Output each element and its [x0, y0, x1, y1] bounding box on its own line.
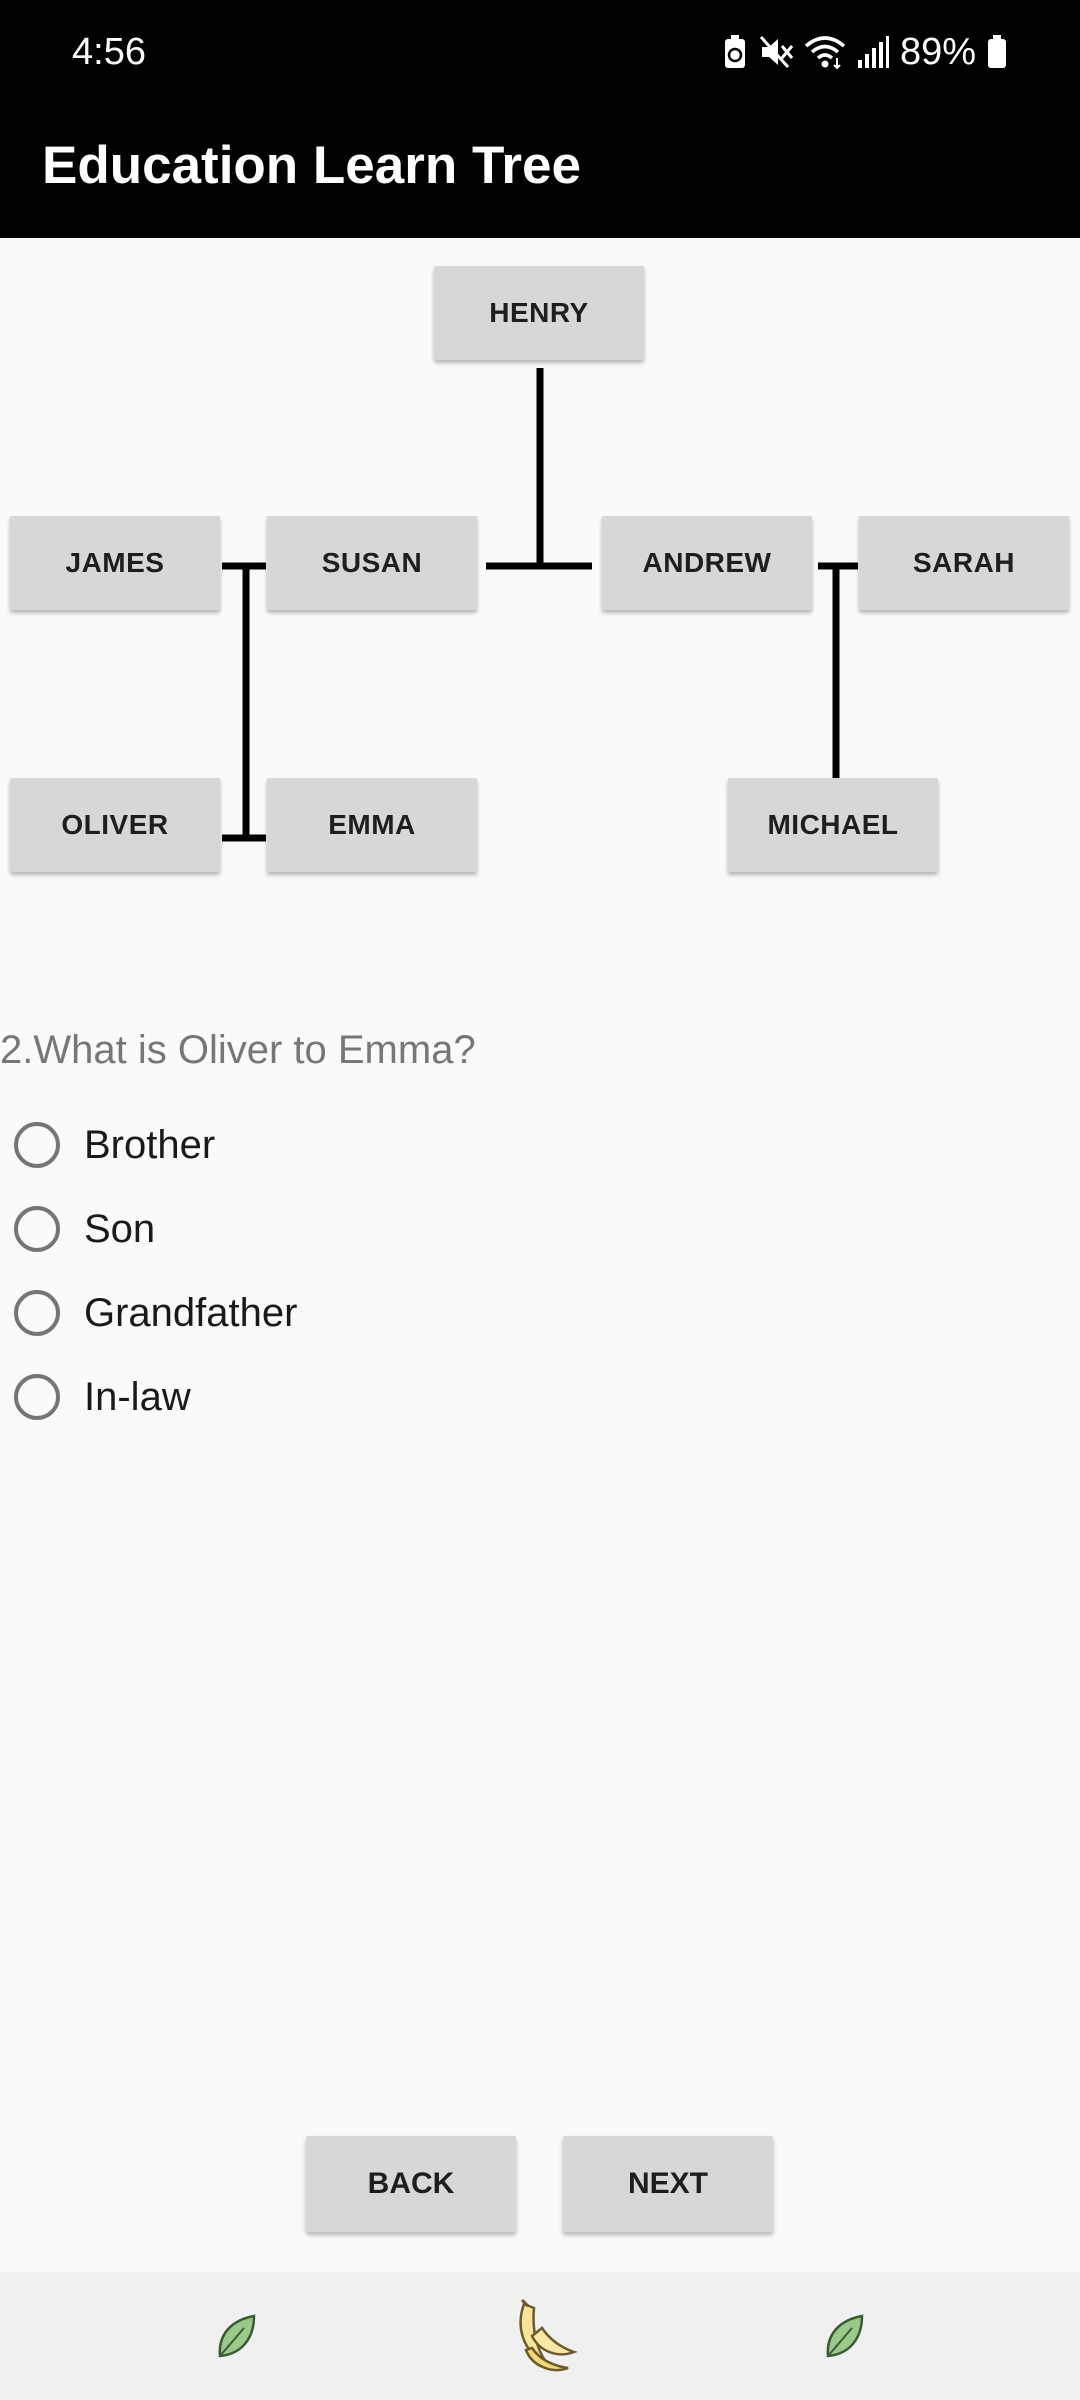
mute-icon — [758, 34, 794, 70]
node-sarah: SARAH — [859, 516, 1069, 610]
node-oliver: OLIVER — [10, 778, 220, 872]
radio-button[interactable] — [14, 1206, 60, 1252]
tree-connectors — [222, 368, 858, 842]
option-label: Grandfather — [84, 1290, 298, 1335]
battery-icon — [986, 34, 1008, 70]
signal-icon — [856, 34, 890, 70]
radio-button[interactable] — [14, 1290, 60, 1336]
wifi-icon — [804, 34, 846, 70]
back-button[interactable]: BACK — [306, 2136, 516, 2232]
screen: 4:56 89% Education Learn Tree HENRY JAME… — [0, 0, 1080, 2400]
leaf-icon — [826, 2314, 864, 2358]
battery-percent: 89% — [899, 31, 976, 73]
option-grandfather[interactable]: Grandfather — [14, 1283, 297, 1343]
battery-saver-icon — [722, 34, 748, 70]
radio-button[interactable] — [14, 1122, 60, 1168]
app-title: Education Learn Tree — [42, 136, 581, 195]
node-andrew: ANDREW — [602, 516, 812, 610]
option-son[interactable]: Son — [14, 1199, 155, 1259]
option-in-law[interactable]: In-law — [14, 1367, 191, 1427]
node-susan: SUSAN — [267, 516, 477, 610]
option-label: Brother — [84, 1122, 216, 1167]
question-text: 2.What is Oliver to Emma? — [0, 1028, 476, 1072]
option-label: Son — [84, 1206, 156, 1251]
node-henry: HENRY — [434, 266, 644, 360]
leaf-icon — [218, 2314, 256, 2358]
node-james: JAMES — [10, 516, 220, 610]
option-label: In-law — [84, 1374, 191, 1419]
banana-icon — [519, 2298, 578, 2372]
status-time: 4:56 — [72, 31, 146, 73]
next-button[interactable]: NEXT — [563, 2136, 773, 2232]
radio-button[interactable] — [14, 1374, 60, 1420]
bottom-bar — [0, 2272, 1080, 2400]
node-emma: EMMA — [267, 778, 477, 872]
top-bar: 4:56 89% Education Learn Tree — [0, 0, 1080, 238]
option-brother[interactable]: Brother — [14, 1115, 215, 1175]
node-michael: MICHAEL — [728, 778, 938, 872]
status-icons: 89% — [722, 28, 1008, 76]
